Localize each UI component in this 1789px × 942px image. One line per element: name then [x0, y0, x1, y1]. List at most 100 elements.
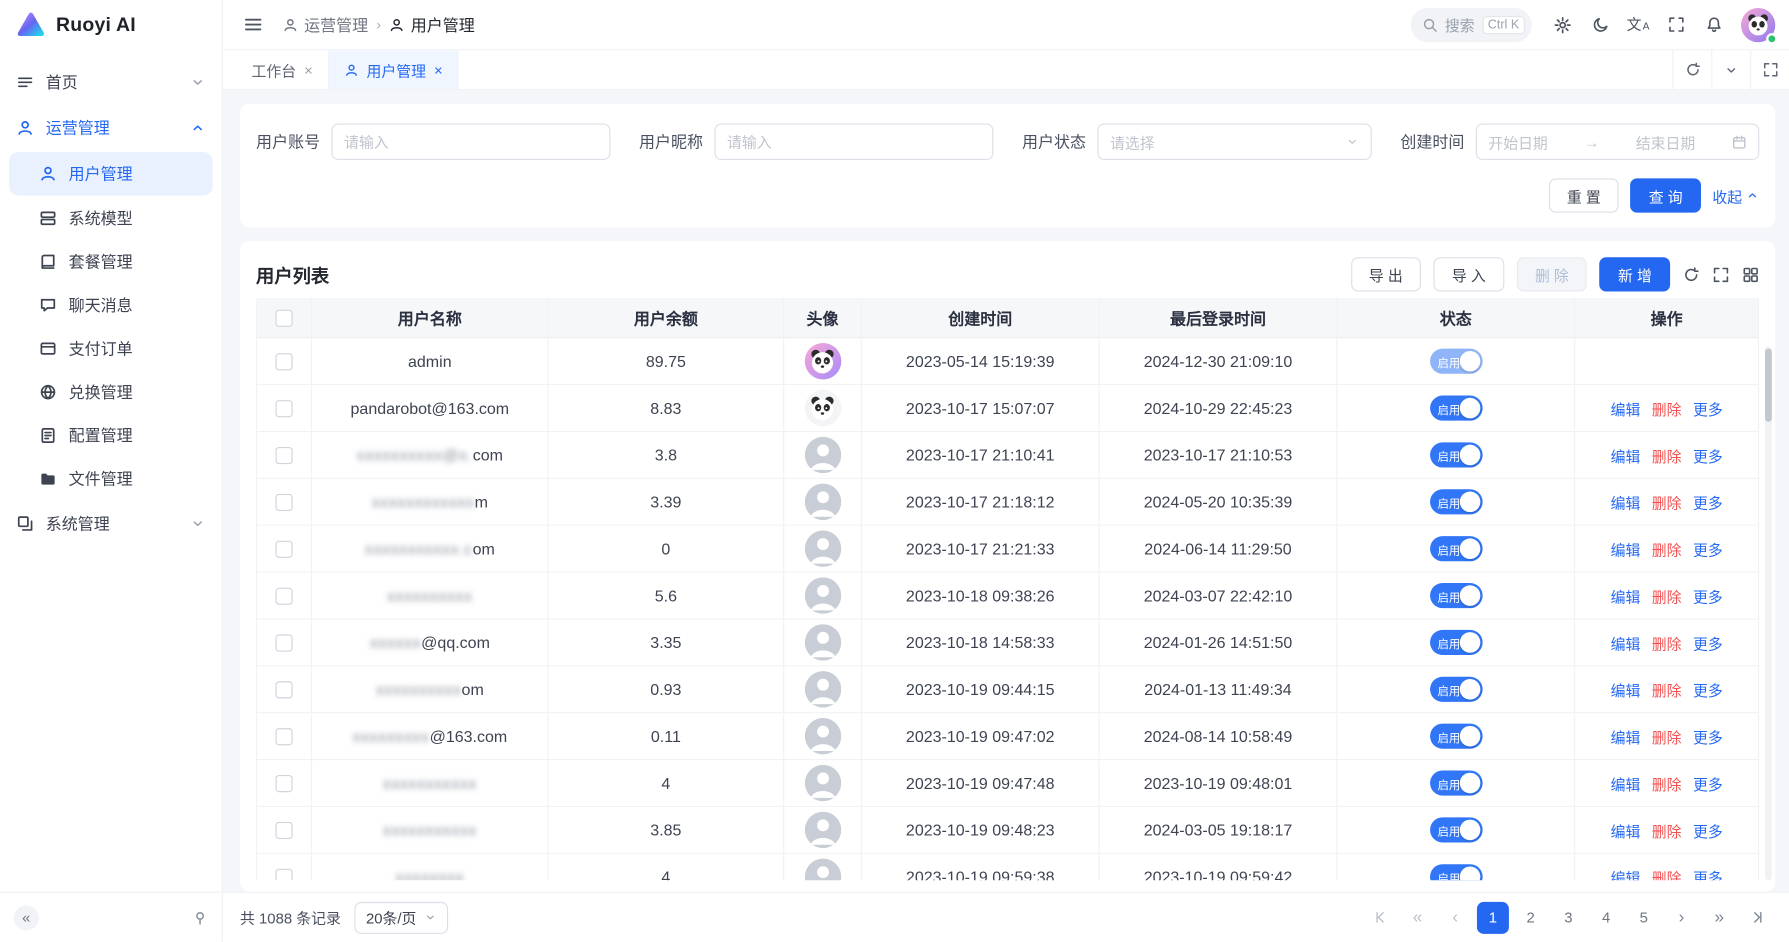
delete-link[interactable]: 删除 — [1652, 772, 1682, 794]
select-all-checkbox[interactable] — [275, 310, 292, 327]
hamburger-menu-icon[interactable] — [237, 9, 269, 41]
scrollbar-thumb[interactable] — [1765, 349, 1772, 422]
status-toggle[interactable]: 启用 — [1429, 489, 1482, 514]
sidebar-item-config[interactable]: 配置管理 — [0, 414, 222, 457]
sidebar-item-chat[interactable]: 聊天消息 — [0, 283, 222, 326]
sidebar-item-order[interactable]: 支付订单 — [0, 327, 222, 370]
tab-menu-chevron-icon[interactable] — [1711, 50, 1750, 89]
edit-link[interactable]: 编辑 — [1611, 585, 1641, 607]
edit-link[interactable]: 编辑 — [1611, 866, 1641, 880]
content-fullscreen-icon[interactable] — [1750, 50, 1789, 89]
delete-link[interactable]: 删除 — [1652, 725, 1682, 747]
page-size-select[interactable]: 20条/页 — [355, 901, 449, 933]
breadcrumb-user-management[interactable]: 用户管理 — [389, 13, 475, 36]
refresh-tab-icon[interactable] — [1672, 50, 1711, 89]
more-link[interactable]: 更多 — [1693, 632, 1723, 654]
row-checkbox[interactable] — [275, 400, 292, 417]
more-link[interactable]: 更多 — [1693, 772, 1723, 794]
edit-link[interactable]: 编辑 — [1611, 444, 1641, 466]
dark-mode-moon-icon[interactable] — [1584, 9, 1616, 41]
sidebar-item-package[interactable]: 套餐管理 — [0, 240, 222, 283]
reset-button[interactable]: 重 置 — [1549, 178, 1619, 212]
delete-link[interactable]: 删除 — [1652, 397, 1682, 419]
delete-link[interactable]: 删除 — [1652, 678, 1682, 700]
status-toggle[interactable]: 启用 — [1429, 677, 1482, 702]
sidebar-item-file[interactable]: 文件管理 — [0, 457, 222, 500]
tab-workbench[interactable]: 工作台 × — [237, 50, 329, 89]
pin-sidebar-icon[interactable] — [192, 909, 208, 925]
status-toggle[interactable]: 启用 — [1429, 536, 1482, 561]
sidebar-item-system[interactable]: 系统管理 — [0, 501, 222, 547]
row-checkbox[interactable] — [275, 681, 292, 698]
status-toggle[interactable]: 启用 — [1429, 442, 1482, 467]
page-button-4[interactable]: 4 — [1590, 901, 1622, 933]
status-toggle[interactable]: 启用 — [1429, 724, 1482, 749]
edit-link[interactable]: 编辑 — [1611, 632, 1641, 654]
last-page-button[interactable] — [1741, 901, 1773, 933]
page-button-3[interactable]: 3 — [1552, 901, 1584, 933]
delete-link[interactable]: 删除 — [1652, 444, 1682, 466]
status-toggle[interactable]: 启用 — [1429, 396, 1482, 421]
edit-link[interactable]: 编辑 — [1611, 397, 1641, 419]
account-input[interactable] — [332, 123, 611, 160]
row-checkbox[interactable] — [275, 821, 292, 838]
more-link[interactable]: 更多 — [1693, 538, 1723, 560]
collapse-sidebar-button[interactable]: « — [14, 905, 39, 930]
breadcrumb-operations[interactable]: 运营管理 — [282, 13, 368, 36]
sidebar-item-model[interactable]: 系统模型 — [0, 197, 222, 240]
delete-link[interactable]: 删除 — [1652, 585, 1682, 607]
edit-link[interactable]: 编辑 — [1611, 678, 1641, 700]
collapse-filters-link[interactable]: 收起 — [1712, 185, 1759, 207]
more-link[interactable]: 更多 — [1693, 491, 1723, 513]
notification-bell-icon[interactable] — [1698, 9, 1730, 41]
row-checkbox[interactable] — [275, 587, 292, 604]
row-checkbox[interactable] — [275, 493, 292, 510]
status-toggle[interactable]: 启用 — [1429, 770, 1482, 795]
next-page-button[interactable]: › — [1666, 901, 1698, 933]
prev-page-button[interactable]: ‹ — [1439, 901, 1471, 933]
page-button-5[interactable]: 5 — [1628, 901, 1660, 933]
edit-link[interactable]: 编辑 — [1611, 819, 1641, 841]
delete-link[interactable]: 删除 — [1652, 538, 1682, 560]
nickname-input[interactable] — [714, 123, 993, 160]
user-avatar[interactable] — [1741, 7, 1775, 41]
table-fullscreen-icon[interactable] — [1712, 266, 1729, 283]
page-button-1[interactable]: 1 — [1477, 901, 1509, 933]
row-checkbox[interactable] — [275, 540, 292, 557]
delete-link[interactable]: 删除 — [1652, 632, 1682, 654]
status-toggle[interactable]: 启用 — [1429, 864, 1482, 880]
more-link[interactable]: 更多 — [1693, 725, 1723, 747]
sidebar-item-operations[interactable]: 运营管理 — [0, 105, 222, 151]
row-checkbox[interactable] — [275, 353, 292, 370]
more-link[interactable]: 更多 — [1693, 866, 1723, 880]
more-link[interactable]: 更多 — [1693, 819, 1723, 841]
sidebar-item-home[interactable]: 首页 — [0, 59, 222, 105]
row-checkbox[interactable] — [275, 446, 292, 463]
export-button[interactable]: 导 出 — [1351, 257, 1421, 291]
date-range-picker[interactable]: 开始日期 → 结束日期 — [1476, 123, 1759, 160]
refresh-list-icon[interactable] — [1683, 266, 1700, 283]
translate-icon[interactable]: 文A — [1622, 9, 1654, 41]
delete-link[interactable]: 删除 — [1652, 866, 1682, 880]
sidebar-item-exchange[interactable]: 兑换管理 — [0, 370, 222, 413]
edit-link[interactable]: 编辑 — [1611, 725, 1641, 747]
import-button[interactable]: 导 入 — [1434, 257, 1504, 291]
edit-link[interactable]: 编辑 — [1611, 772, 1641, 794]
row-checkbox[interactable] — [275, 868, 292, 880]
status-toggle[interactable]: 启用 — [1429, 630, 1482, 655]
tab-user-management[interactable]: 用户管理 × — [329, 50, 459, 89]
column-settings-icon[interactable] — [1742, 266, 1759, 283]
fullscreen-icon[interactable] — [1660, 9, 1692, 41]
search-button[interactable]: 查 询 — [1631, 178, 1701, 212]
row-checkbox[interactable] — [275, 728, 292, 745]
page-button-2[interactable]: 2 — [1515, 901, 1547, 933]
delete-link[interactable]: 删除 — [1652, 819, 1682, 841]
delete-link[interactable]: 删除 — [1652, 491, 1682, 513]
add-button[interactable]: 新 增 — [1600, 257, 1670, 291]
edit-link[interactable]: 编辑 — [1611, 491, 1641, 513]
status-toggle[interactable]: 启用 — [1429, 349, 1482, 374]
settings-gear-icon[interactable] — [1547, 9, 1579, 41]
status-toggle[interactable]: 启用 — [1429, 583, 1482, 608]
delete-button[interactable]: 删 除 — [1517, 257, 1587, 291]
close-icon[interactable]: × — [304, 62, 313, 77]
